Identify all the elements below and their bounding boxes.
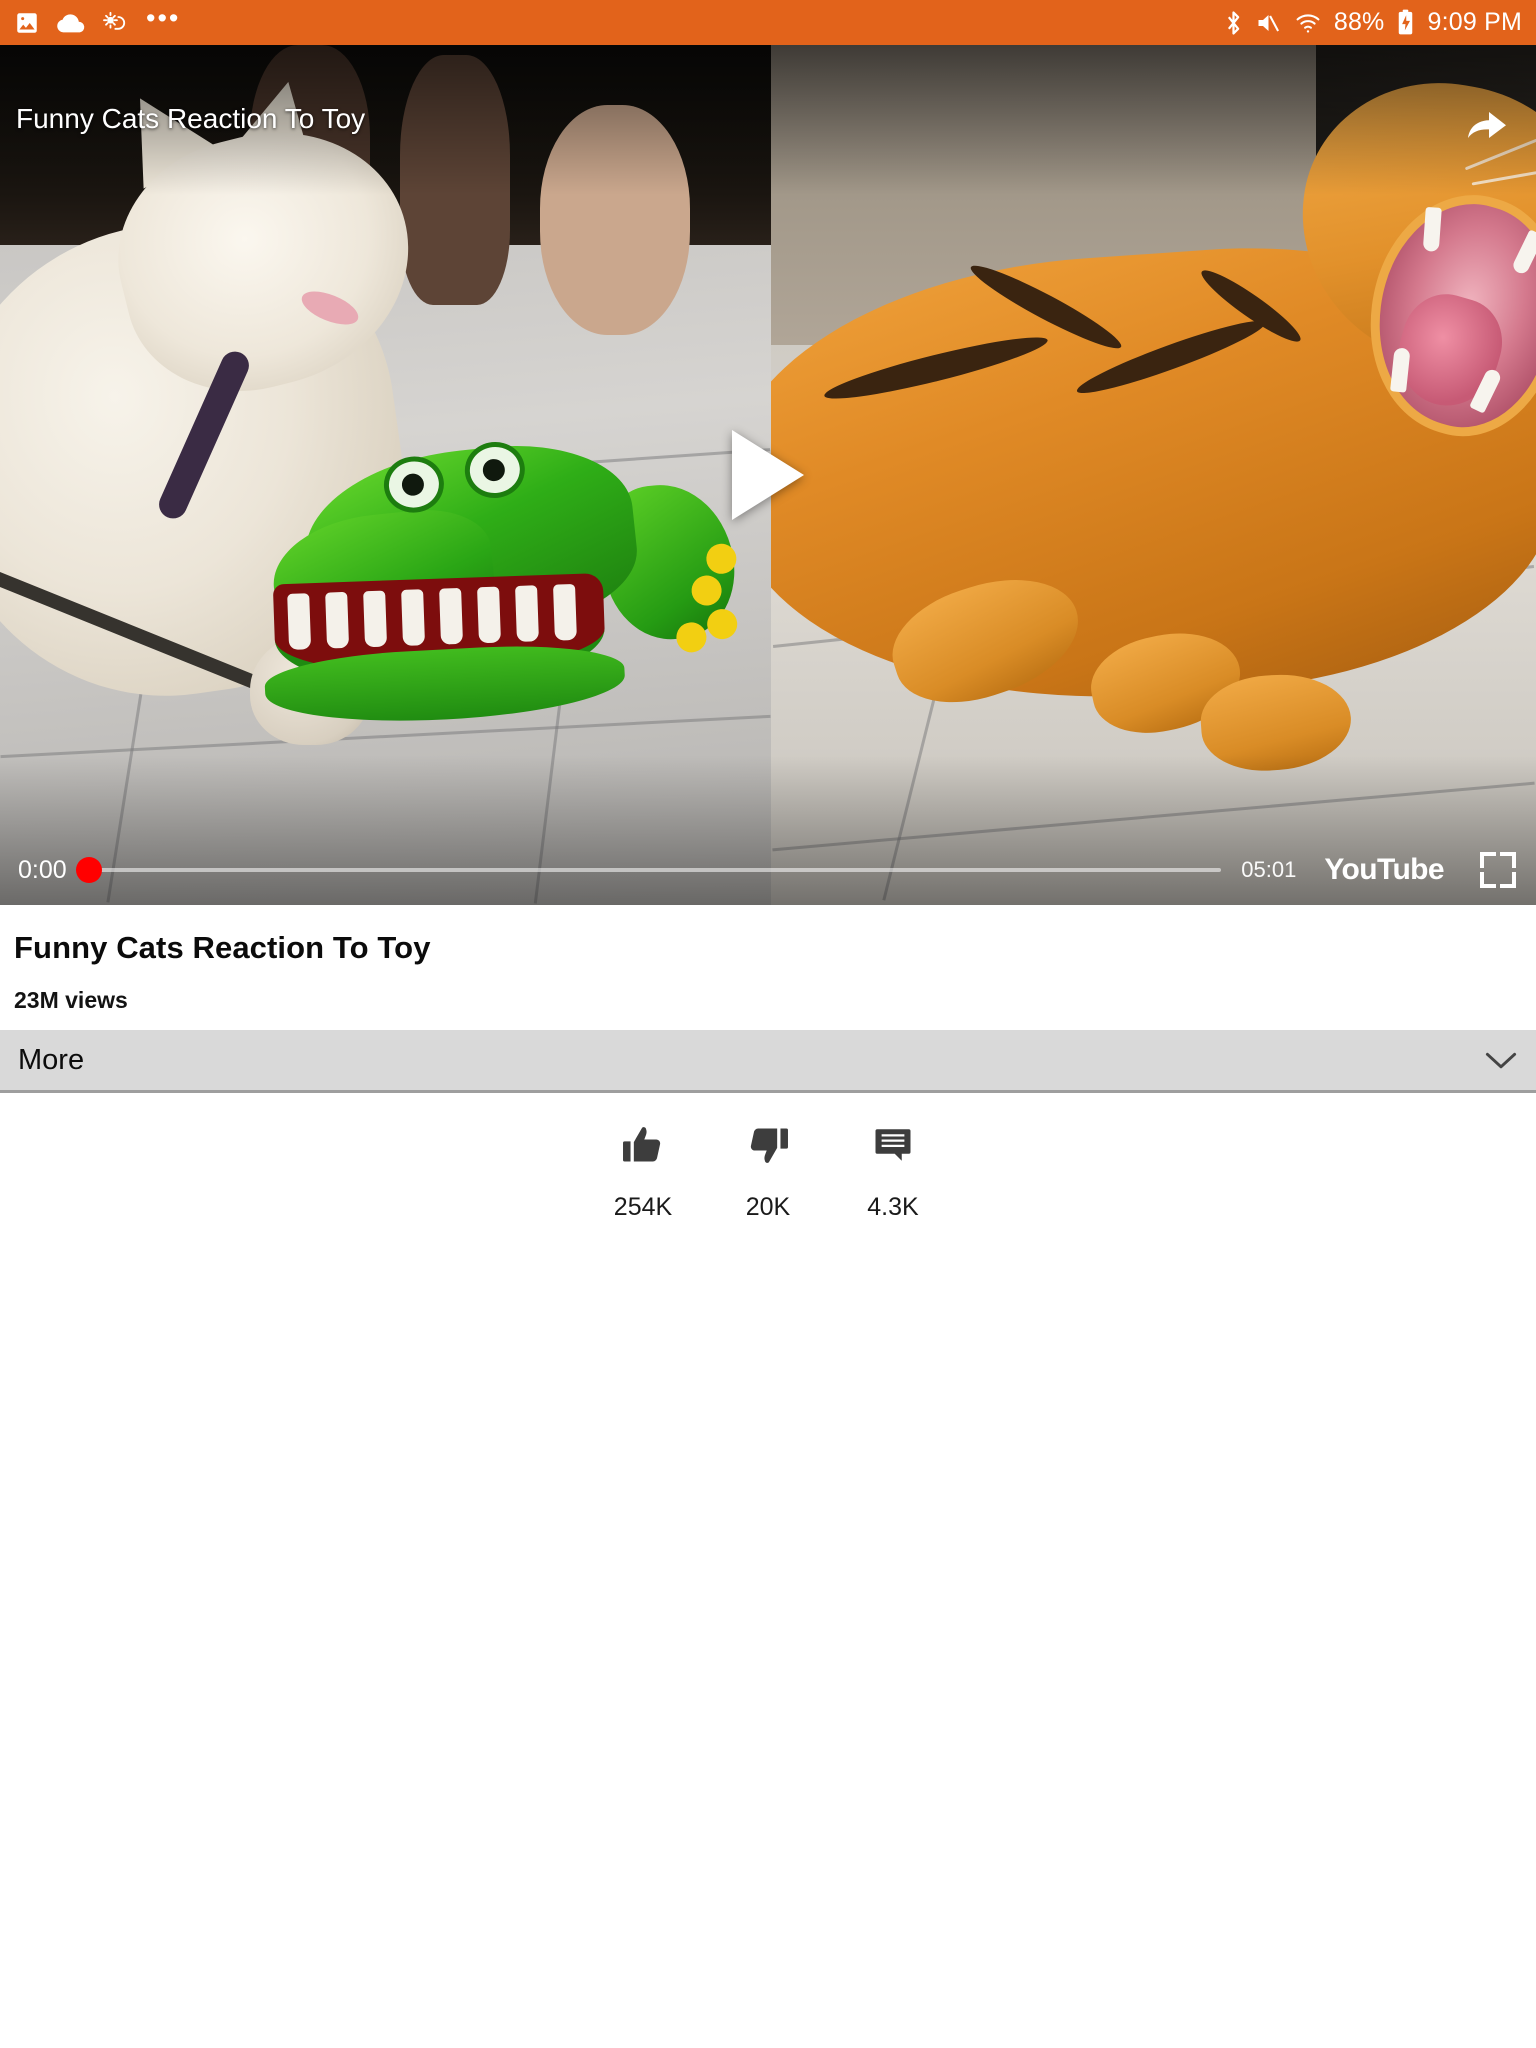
like-count: 254K	[613, 1193, 673, 1222]
fullscreen-button[interactable]	[1478, 850, 1518, 890]
chevron-down-icon[interactable]	[1484, 1049, 1518, 1071]
page-title: Funny Cats Reaction To Toy	[14, 930, 431, 965]
progress-slider[interactable]	[75, 835, 1222, 905]
wifi-icon	[1295, 11, 1321, 35]
cloud-icon	[56, 12, 86, 34]
bluetooth-icon	[1225, 9, 1242, 37]
current-time-label: 0:00	[18, 855, 67, 884]
status-bar-left-icons: •••	[14, 5, 180, 40]
video-meta: Funny Cats Reaction To Toy 23M views	[0, 905, 1536, 1031]
view-count-label: 23M views	[14, 987, 128, 1014]
dislike-count: 20K	[745, 1193, 791, 1222]
thumbs-down-icon	[745, 1119, 791, 1171]
status-bar-right-icons: 88% 9:09 PM	[1225, 9, 1522, 37]
more-section-toggle[interactable]: More	[0, 1030, 1536, 1091]
video-scene-right	[771, 45, 1536, 905]
clock-label: 9:09 PM	[1427, 8, 1522, 36]
play-button[interactable]	[732, 430, 804, 520]
comments-button[interactable]: 4.3K	[831, 1119, 956, 1222]
thumbs-up-icon	[620, 1119, 666, 1171]
video-scene-left	[0, 45, 771, 905]
image-icon	[14, 10, 40, 36]
like-button[interactable]: 254K	[581, 1119, 706, 1222]
volume-mute-icon	[1255, 11, 1282, 35]
more-dots-icon: •••	[146, 3, 181, 33]
youtube-wordmark: YouTube	[1324, 853, 1444, 886]
dislike-button[interactable]: 20K	[706, 1119, 831, 1222]
crocodile-toy	[263, 424, 744, 746]
fullscreen-icon	[1480, 852, 1496, 868]
duration-label: 05:01	[1241, 857, 1297, 882]
battery-charging-icon	[1397, 9, 1414, 36]
youtube-logo[interactable]: YouTube	[1324, 853, 1444, 887]
video-player[interactable]: Funny Cats Reaction To Toy 0:00 05:01 Yo…	[0, 45, 1536, 905]
progress-knob[interactable]	[75, 857, 102, 883]
share-button[interactable]	[1460, 105, 1514, 149]
player-overlay-title: Funny Cats Reaction To Toy	[16, 103, 366, 134]
player-controls[interactable]: 0:00 05:01 YouTube	[0, 835, 1536, 905]
comment-bubble-icon	[871, 1119, 915, 1171]
share-arrow-icon	[1465, 107, 1509, 148]
status-bar: ••• 88% 9:09 PM	[0, 0, 1536, 45]
battery-percent-label: 88%	[1333, 8, 1385, 36]
weather-partly-sunny-icon	[102, 11, 130, 35]
progress-track[interactable]	[88, 868, 1222, 872]
more-label: More	[18, 1043, 85, 1076]
comments-count: 4.3K	[867, 1193, 919, 1222]
action-buttons-row: 254K 20K 4.3K	[0, 1093, 1536, 1223]
